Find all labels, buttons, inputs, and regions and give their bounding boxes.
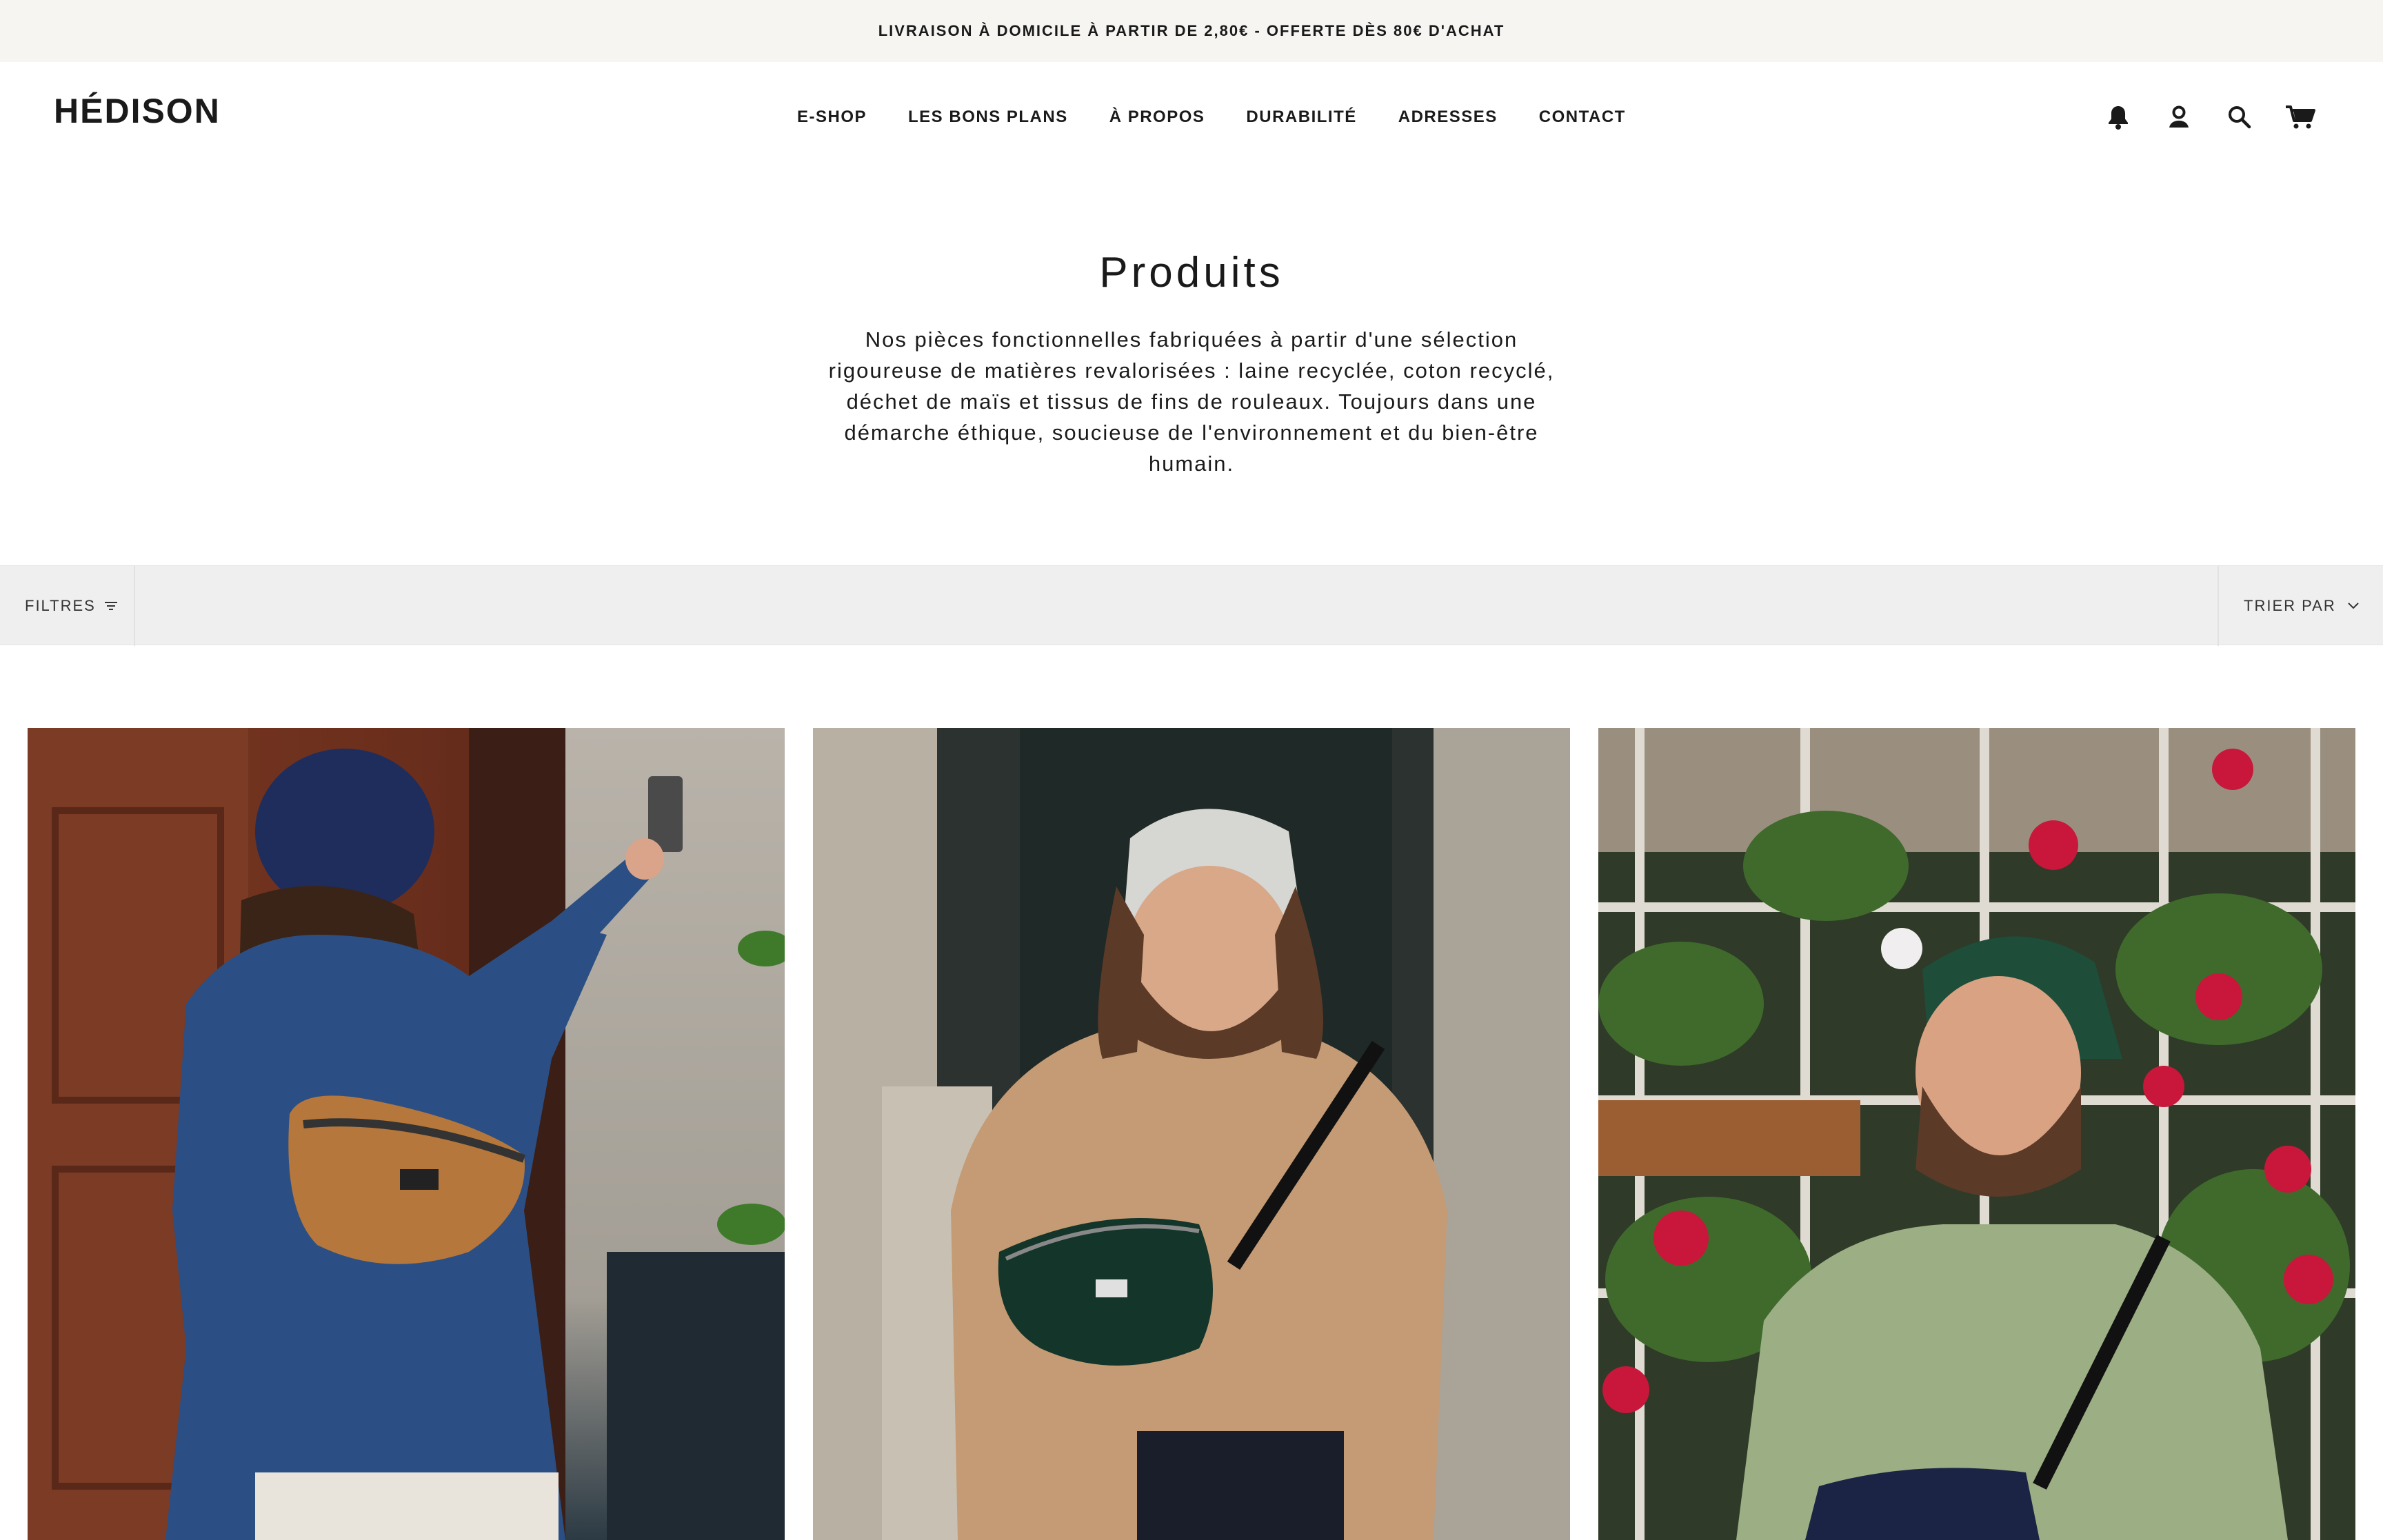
nav-item-durabilite[interactable]: DURABILITÉ: [1246, 108, 1356, 127]
announcement-text: LIVRAISON À DOMICILE À PARTIR DE 2,80€ -…: [878, 22, 1505, 39]
sort-label: TRIER PAR: [2244, 597, 2336, 614]
site-header: HÉDISON E-SHOP LES BONS PLANS À PROPOS D…: [0, 62, 2383, 172]
main-nav: E-SHOP LES BONS PLANS À PROPOS DURABILIT…: [797, 62, 1626, 172]
product-image[interactable]: [28, 728, 785, 1540]
filters-label: FILTRES: [25, 597, 96, 614]
filter-toolbar: FILTRES TRIER PAR: [0, 565, 2383, 646]
product-card[interactable]: [813, 728, 1570, 1540]
product-grid: [28, 728, 2355, 1540]
nav-item-eshop[interactable]: E-SHOP: [797, 108, 867, 127]
filter-icon: [104, 602, 117, 610]
site-logo[interactable]: HÉDISON: [54, 91, 221, 131]
search-icon[interactable]: [2223, 101, 2256, 134]
cart-icon[interactable]: [2284, 101, 2317, 134]
page-title: Produits: [1099, 249, 1284, 296]
chevron-down-icon: [2348, 602, 2359, 609]
nav-item-bons-plans[interactable]: LES BONS PLANS: [908, 108, 1068, 127]
bell-icon[interactable]: [2102, 101, 2135, 134]
account-icon[interactable]: [2162, 101, 2195, 134]
announcement-bar: LIVRAISON À DOMICILE À PARTIR DE 2,80€ -…: [0, 0, 2383, 62]
collection-description: Nos pièces fonctionnelles fabriquées à p…: [828, 327, 1555, 476]
nav-item-adresses[interactable]: ADRESSES: [1398, 108, 1498, 127]
product-card[interactable]: [28, 728, 785, 1540]
filters-button[interactable]: FILTRES: [0, 566, 135, 646]
sort-button[interactable]: TRIER PAR: [2218, 566, 2383, 646]
product-image[interactable]: [1598, 728, 2355, 1540]
product-image[interactable]: [813, 728, 1570, 1540]
nav-item-a-propos[interactable]: À PROPOS: [1109, 108, 1205, 127]
product-card[interactable]: [1598, 728, 2355, 1540]
nav-item-contact[interactable]: CONTACT: [1539, 108, 1626, 127]
header-icons: [2074, 62, 2317, 172]
